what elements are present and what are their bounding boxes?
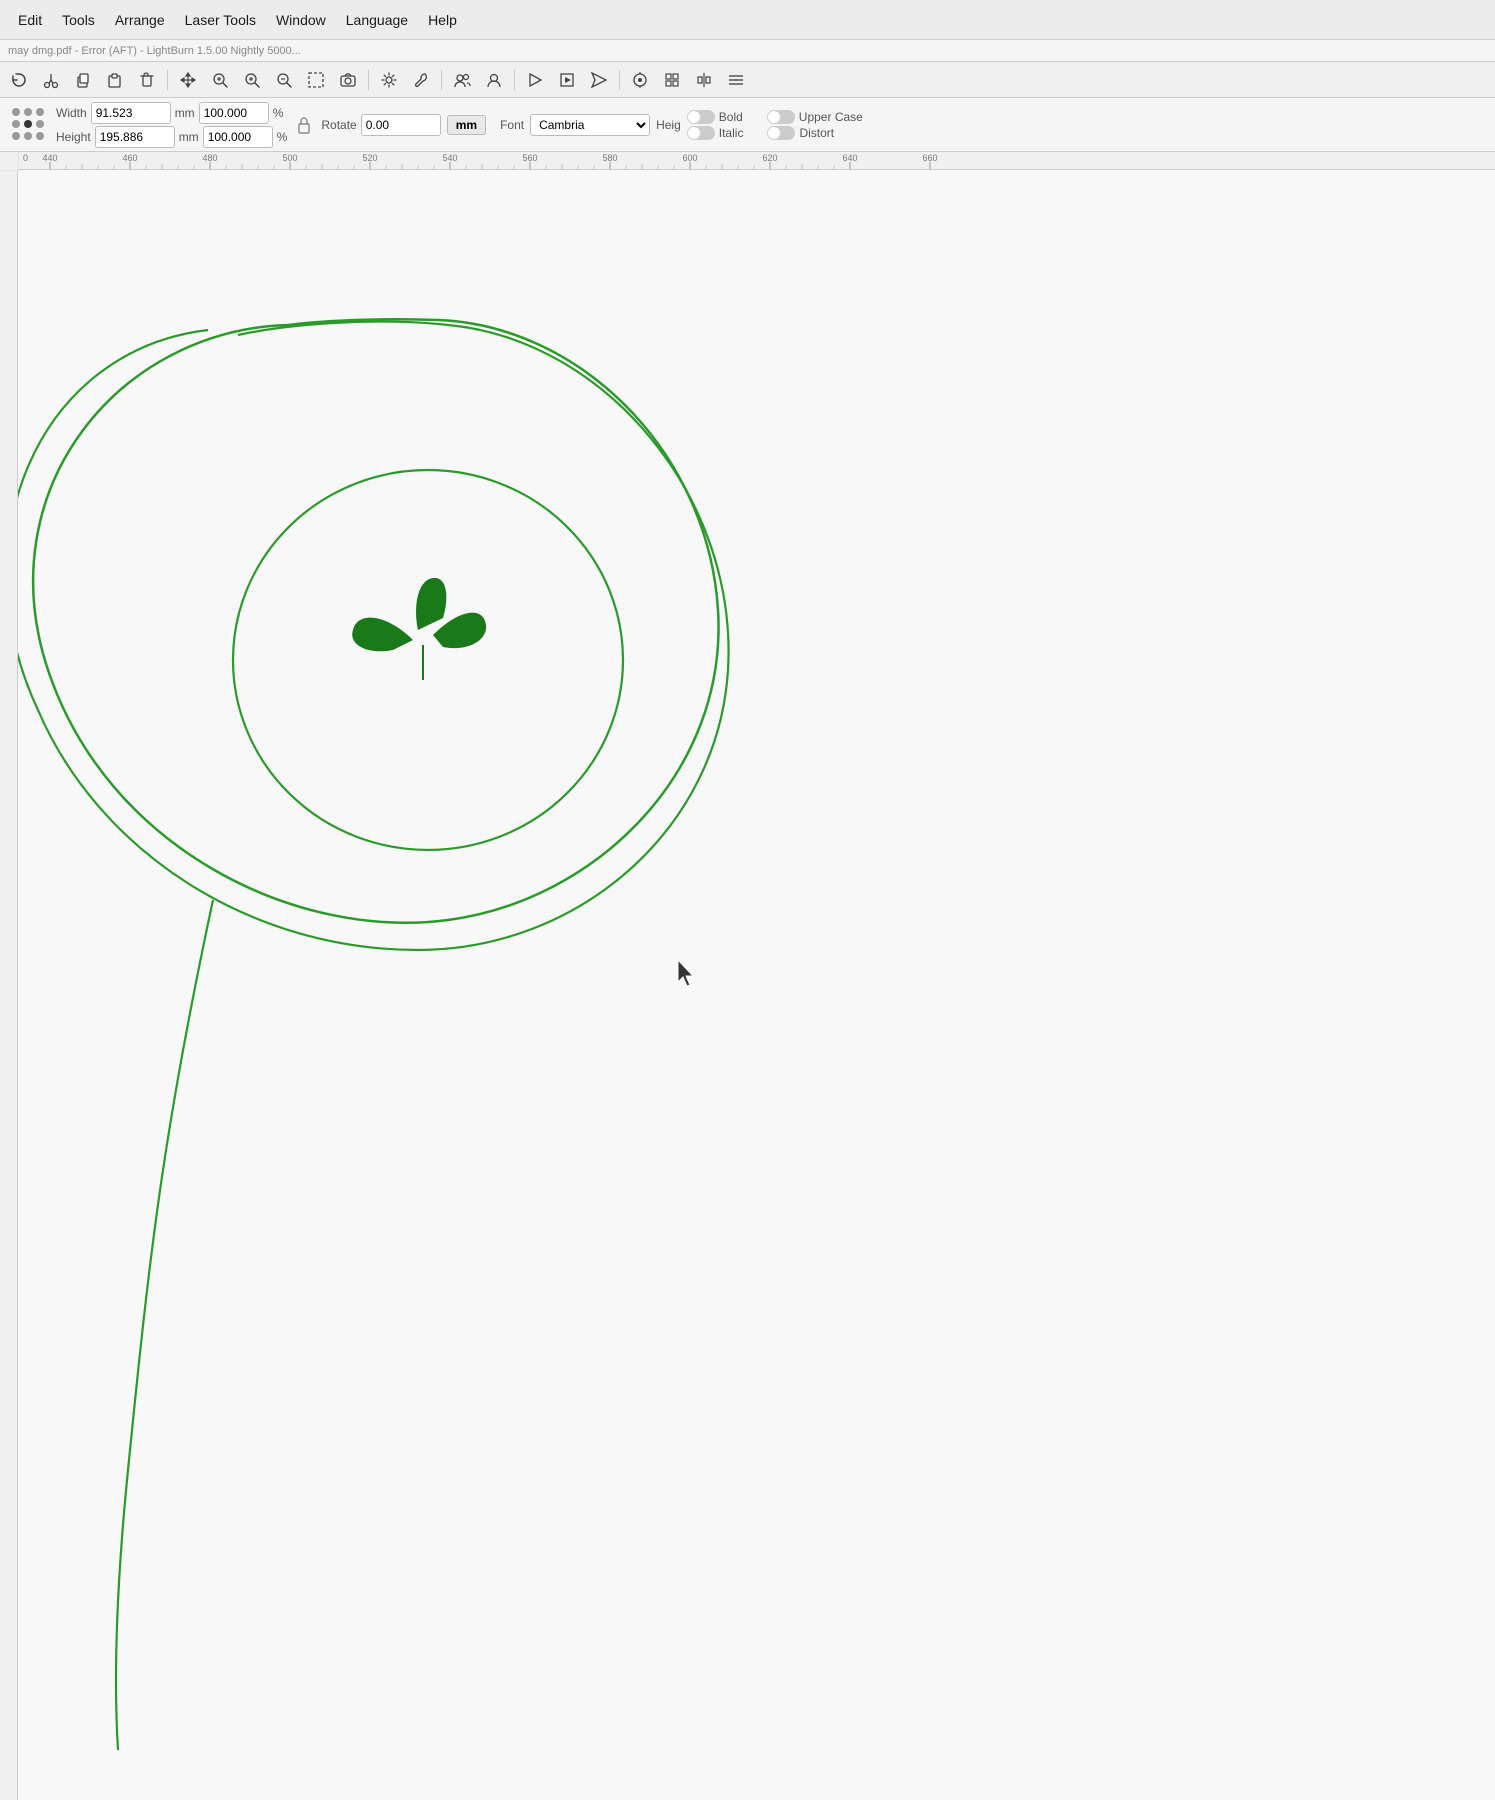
dot-mr[interactable] — [36, 120, 44, 128]
menu-edit[interactable]: Edit — [8, 8, 52, 32]
dot-br[interactable] — [36, 132, 44, 140]
dot-mc[interactable] — [24, 120, 32, 128]
vertical-ruler — [0, 170, 18, 1800]
zoom-in-button[interactable] — [237, 66, 267, 94]
send-button[interactable] — [584, 66, 614, 94]
properties-bar: Width mm % Height mm % Rotate mm Font Ca… — [0, 98, 1495, 152]
dot-tl[interactable] — [12, 108, 20, 116]
svg-text:540: 540 — [442, 153, 457, 163]
menu-help[interactable]: Help — [418, 8, 467, 32]
origin-button[interactable] — [625, 66, 655, 94]
dot-ml[interactable] — [12, 120, 20, 128]
tools-wrench-button[interactable] — [406, 66, 436, 94]
user-button[interactable] — [479, 66, 509, 94]
width-pct-label: % — [273, 106, 284, 120]
camera-button[interactable] — [333, 66, 363, 94]
users-button[interactable] — [447, 66, 477, 94]
bold-toggle[interactable] — [687, 110, 715, 124]
distort-label: Distort — [799, 126, 834, 140]
dot-tr[interactable] — [36, 108, 44, 116]
paste-button[interactable] — [100, 66, 130, 94]
menu-tools[interactable]: Tools — [52, 8, 105, 32]
svg-text:600: 600 — [682, 153, 697, 163]
distribute-button[interactable] — [689, 66, 719, 94]
uppercase-label: Upper Case — [799, 110, 863, 124]
title-text: may dmg.pdf - Error (AFT) - LightBurn 1.… — [8, 45, 301, 57]
svg-text:560: 560 — [522, 153, 537, 163]
rotate-group: Rotate — [321, 114, 440, 136]
menu-language[interactable]: Language — [336, 8, 418, 32]
italic-toggle[interactable] — [687, 126, 715, 140]
svg-text:0: 0 — [23, 153, 28, 163]
svg-text:660: 660 — [922, 153, 937, 163]
toolbar — [0, 62, 1495, 98]
cut-button[interactable] — [36, 66, 66, 94]
canvas-area[interactable] — [18, 170, 1495, 1800]
italic-label: Italic — [719, 126, 744, 140]
width-pct-input[interactable] — [199, 102, 269, 124]
size-group: Width mm % Height mm % — [56, 102, 287, 148]
svg-text:620: 620 — [762, 153, 777, 163]
zoom-out-button[interactable] — [269, 66, 299, 94]
title-bar: may dmg.pdf - Error (AFT) - LightBurn 1.… — [0, 40, 1495, 62]
move-tool-button[interactable] — [173, 66, 203, 94]
svg-text:580: 580 — [602, 153, 617, 163]
menu-bar: Edit Tools Arrange Laser Tools Window La… — [0, 0, 1495, 40]
width-input[interactable] — [91, 102, 171, 124]
lock-ratio[interactable] — [297, 115, 311, 135]
font-label: Font — [500, 118, 524, 132]
copy-button[interactable] — [68, 66, 98, 94]
undo-button[interactable] — [4, 66, 34, 94]
unit-toggle-button[interactable]: mm — [447, 115, 486, 135]
svg-text:640: 640 — [842, 153, 857, 163]
start-button[interactable] — [520, 66, 550, 94]
width-label: Width — [56, 106, 87, 120]
rotate-label: Rotate — [321, 118, 356, 132]
select-button[interactable] — [301, 66, 331, 94]
dot-tc[interactable] — [24, 108, 32, 116]
dot-bc[interactable] — [24, 132, 32, 140]
zoom-fit-button[interactable] — [205, 66, 235, 94]
svg-text:500: 500 — [282, 153, 297, 163]
svg-text:520: 520 — [362, 153, 377, 163]
svg-text:480: 480 — [202, 153, 217, 163]
uppercase-toggle[interactable] — [767, 110, 795, 124]
more-button[interactable] — [721, 66, 751, 94]
height-input[interactable] — [95, 126, 175, 148]
height-pct-input[interactable] — [203, 126, 273, 148]
bold-label: Bold — [719, 110, 743, 124]
dot-bl[interactable] — [12, 132, 20, 140]
font-select[interactable]: Cambria — [530, 114, 650, 136]
main-drawing — [18, 170, 1495, 1800]
frame-button[interactable] — [552, 66, 582, 94]
settings-button[interactable] — [374, 66, 404, 94]
height-unit: mm — [179, 130, 199, 144]
height-pct-label: % — [277, 130, 288, 144]
rotate-input[interactable] — [361, 114, 441, 136]
width-unit: mm — [175, 106, 195, 120]
distort-toggle[interactable] — [767, 126, 795, 140]
align-dots[interactable] — [12, 108, 46, 142]
menu-window[interactable]: Window — [266, 8, 336, 32]
horizontal-ruler: 440 460 480 500 520 540 — [18, 152, 1495, 170]
font-height-label: Heig — [656, 118, 681, 132]
delete-button[interactable] — [132, 66, 162, 94]
align-button[interactable] — [657, 66, 687, 94]
menu-laser-tools[interactable]: Laser Tools — [175, 8, 266, 32]
height-label: Height — [56, 130, 91, 144]
menu-arrange[interactable]: Arrange — [105, 8, 175, 32]
svg-text:460: 460 — [122, 153, 137, 163]
font-options: Bold Upper Case Italic Distort — [687, 110, 863, 140]
svg-text:440: 440 — [42, 153, 57, 163]
